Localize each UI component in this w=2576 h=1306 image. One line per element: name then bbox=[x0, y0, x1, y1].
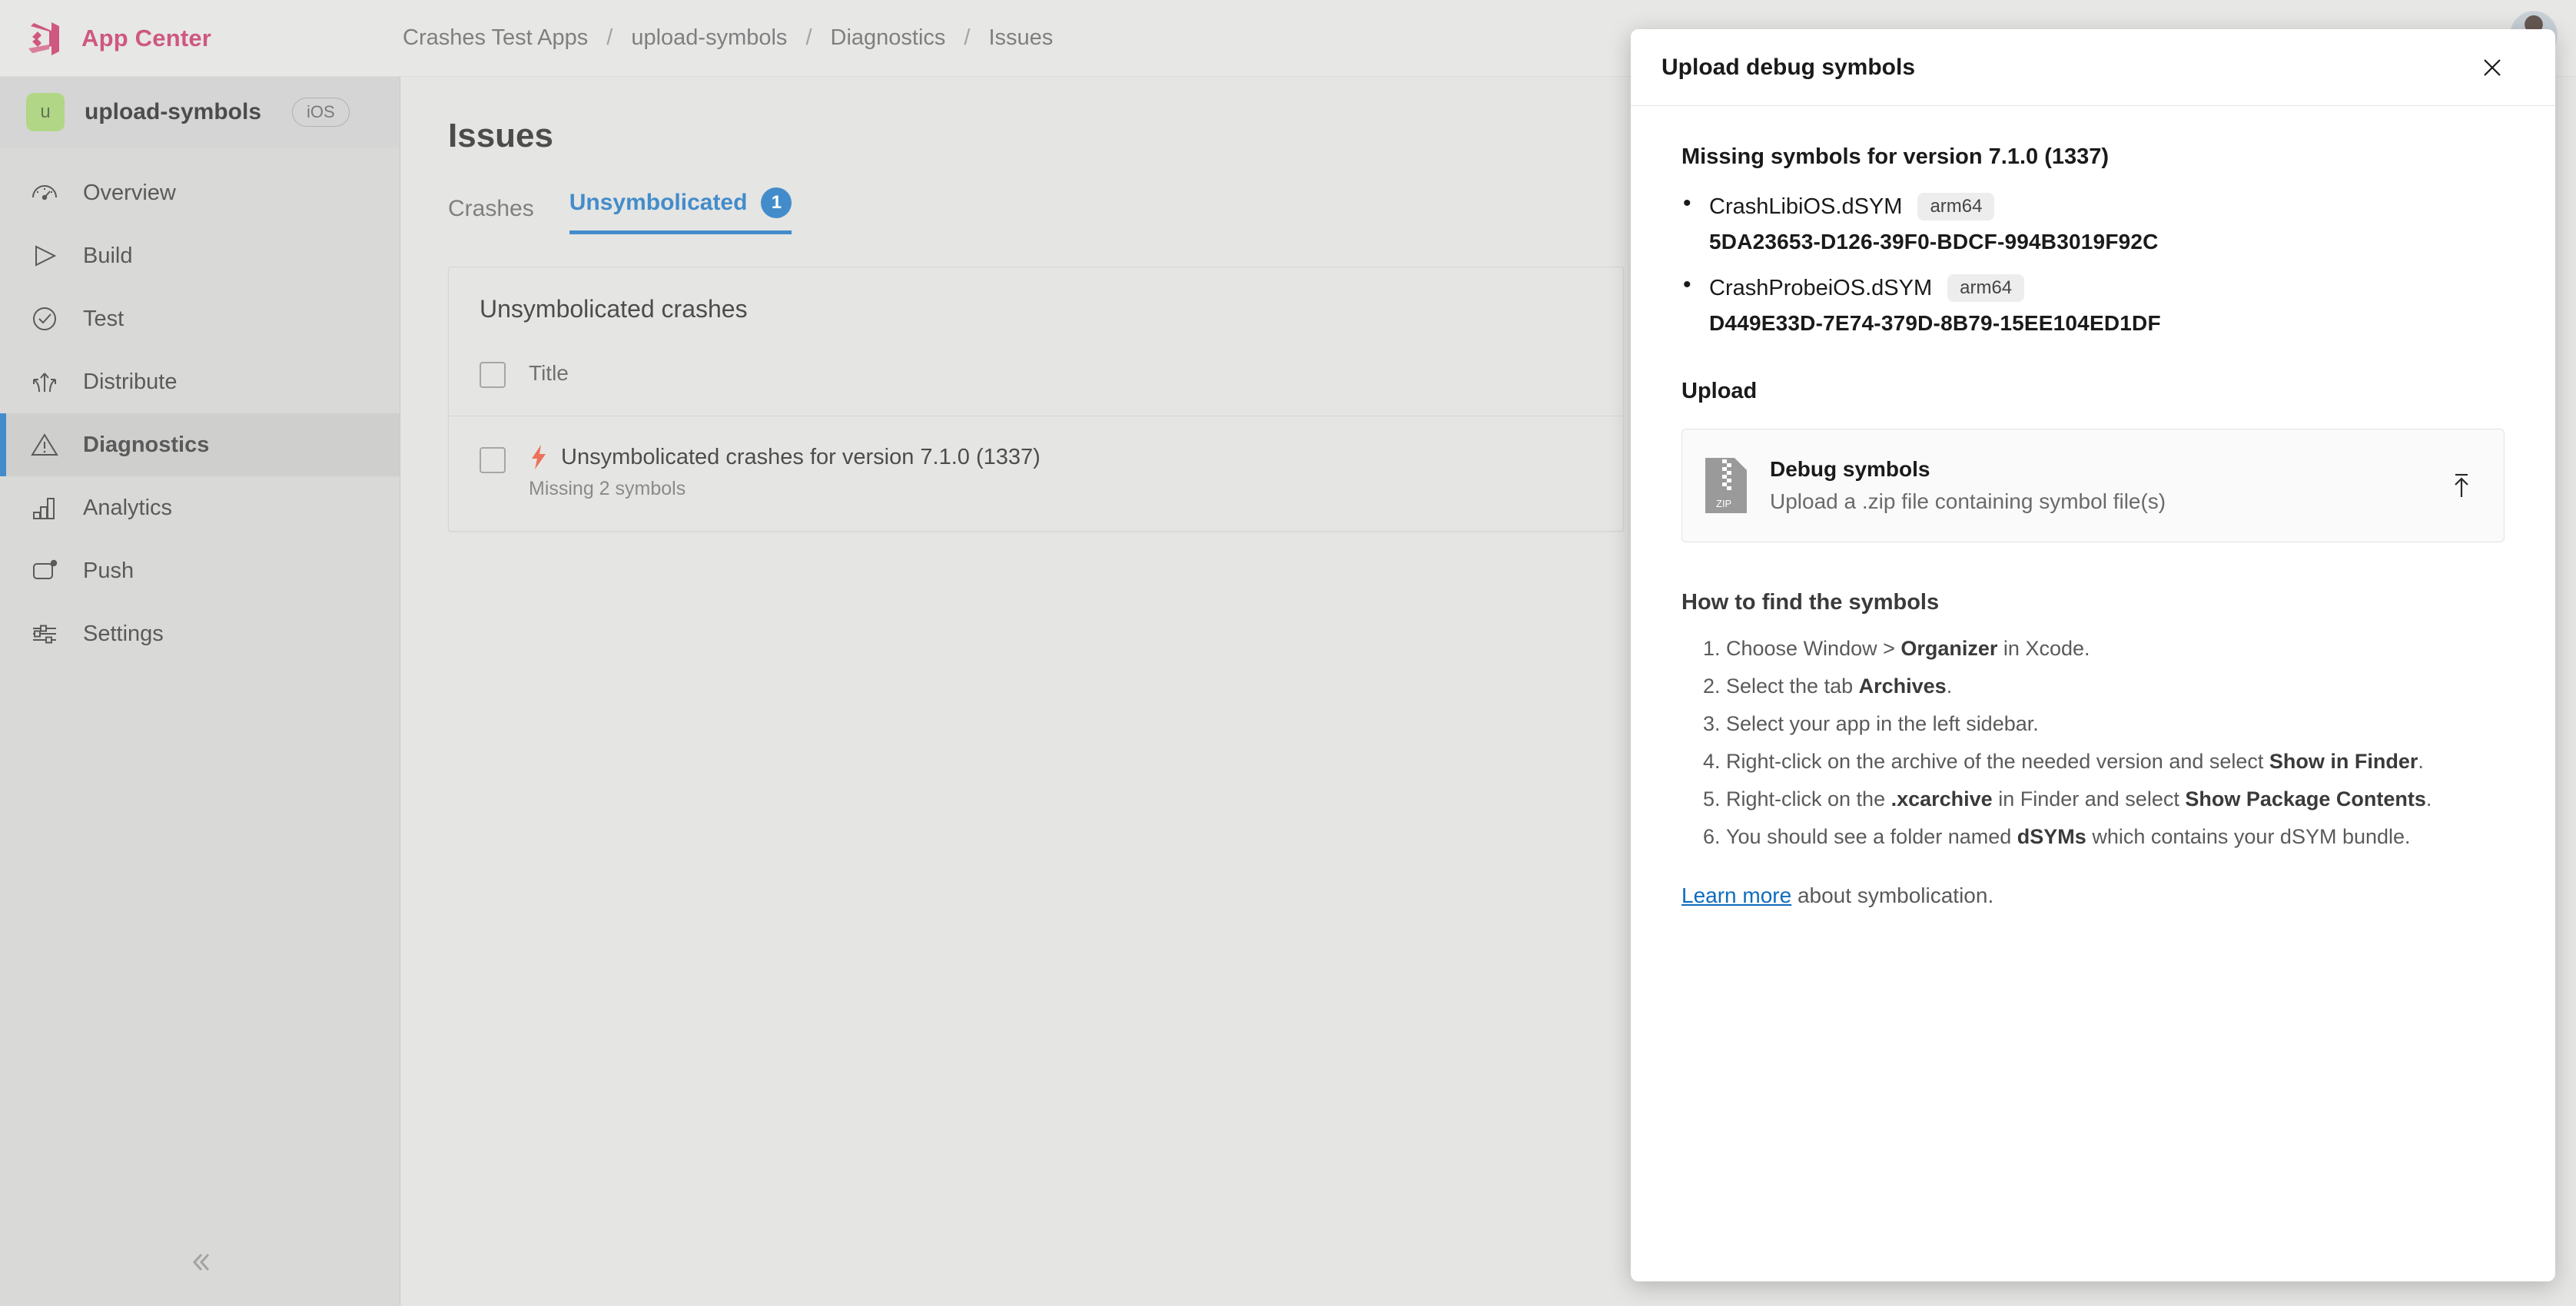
upload-dropzone[interactable]: ZIP Debug symbols Upload a .zip file con… bbox=[1681, 429, 2505, 542]
symbol-arch-badge: arm64 bbox=[1917, 193, 1995, 220]
howto-step-post: in Xcode. bbox=[1997, 637, 2090, 660]
modal-title: Upload debug symbols bbox=[1661, 54, 1916, 80]
learn-more-link[interactable]: Learn more bbox=[1681, 883, 1791, 907]
upload-debug-symbols-modal: Upload debug symbols Missing symbols for… bbox=[1631, 29, 2555, 1281]
upload-title: Debug symbols bbox=[1770, 457, 1930, 481]
modal-body: Missing symbols for version 7.1.0 (1337)… bbox=[1631, 106, 2555, 908]
howto-step-pre: Select your app in the left sidebar. bbox=[1726, 712, 2039, 736]
howto-step-bold: Organizer bbox=[1900, 637, 1998, 660]
howto-step-bold: .xcarchive bbox=[1891, 787, 1993, 811]
symbol-uuid: D449E33D-7E74-379D-8B79-15EE104ED1DF bbox=[1709, 311, 2161, 335]
howto-step-bold: dSYMs bbox=[2017, 825, 2086, 849]
howto-step-pre: Right-click on the bbox=[1726, 787, 1891, 811]
howto-step-post: . bbox=[1946, 675, 1953, 698]
howto-step-post: in Finder and select bbox=[1992, 787, 2186, 811]
symbol-name-line: CrashLibiOS.dSYM arm64 bbox=[1683, 191, 2505, 220]
howto-step-bold: Archives bbox=[1858, 675, 1947, 698]
howto-step: Right-click on the archive of the needed… bbox=[1726, 748, 2505, 775]
close-icon[interactable] bbox=[2477, 52, 2508, 83]
howto-step: Right-click on the .xcarchive in Finder … bbox=[1726, 786, 2505, 813]
learn-more-rest: about symbolication. bbox=[1791, 883, 1994, 907]
howto-step-pre: You should see a folder named bbox=[1726, 825, 2017, 849]
symbol-arch-badge: arm64 bbox=[1947, 274, 2025, 302]
howto-step-bold-2: Show Package Contents bbox=[2185, 787, 2426, 811]
missing-symbol-item: CrashLibiOS.dSYM arm64 5DA23653-D126-39F… bbox=[1683, 191, 2505, 254]
howto-step: Choose Window > Organizer in Xcode. bbox=[1726, 635, 2505, 662]
symbol-name-line: CrashProbeiOS.dSYM arm64 bbox=[1683, 272, 2505, 302]
upload-section-title: Upload bbox=[1681, 379, 1758, 403]
howto-step-bold: Show in Finder bbox=[2269, 750, 2418, 774]
zip-file-icon: ZIP bbox=[1705, 458, 1747, 513]
howto-step-pre: Select the tab bbox=[1726, 675, 1859, 698]
howto-step-post: . bbox=[2418, 750, 2424, 774]
missing-symbol-item: CrashProbeiOS.dSYM arm64 D449E33D-7E74-3… bbox=[1683, 272, 2505, 336]
missing-symbols-title: Missing symbols for version 7.1.0 (1337) bbox=[1681, 144, 2110, 169]
zip-icon-label: ZIP bbox=[1716, 498, 1731, 509]
howto-step-post: which contains your dSYM bundle. bbox=[2086, 825, 2411, 849]
symbol-name: CrashProbeiOS.dSYM bbox=[1709, 275, 1933, 300]
missing-symbols-list: CrashLibiOS.dSYM arm64 5DA23653-D126-39F… bbox=[1681, 191, 2505, 336]
howto-steps-list: Choose Window > Organizer in Xcode. Sele… bbox=[1681, 635, 2505, 851]
howto-step: Select the tab Archives. bbox=[1726, 673, 2505, 700]
howto-title: How to find the symbols bbox=[1681, 590, 1940, 615]
howto-step-post-2: . bbox=[2425, 787, 2432, 811]
app-root: App Center Crashes Test Apps / upload-sy… bbox=[0, 0, 2576, 1306]
upload-arrow-icon[interactable] bbox=[2447, 469, 2476, 502]
symbol-name: CrashLibiOS.dSYM bbox=[1709, 194, 1903, 219]
howto-step: You should see a folder named dSYMs whic… bbox=[1726, 824, 2505, 850]
howto-step: Select your app in the left sidebar. bbox=[1726, 711, 2505, 738]
symbol-uuid: 5DA23653-D126-39F0-BDCF-994B3019F92C bbox=[1709, 230, 2159, 254]
modal-header: Upload debug symbols bbox=[1631, 29, 2555, 106]
howto-step-pre: Choose Window > bbox=[1726, 637, 1901, 660]
learn-more-line: Learn more about symbolication. bbox=[1681, 883, 2505, 908]
howto-step-pre: Right-click on the archive of the needed… bbox=[1726, 750, 2269, 774]
upload-subtitle: Upload a .zip file containing symbol fil… bbox=[1770, 489, 2166, 513]
upload-text-block: Debug symbols Upload a .zip file contain… bbox=[1770, 457, 2424, 514]
